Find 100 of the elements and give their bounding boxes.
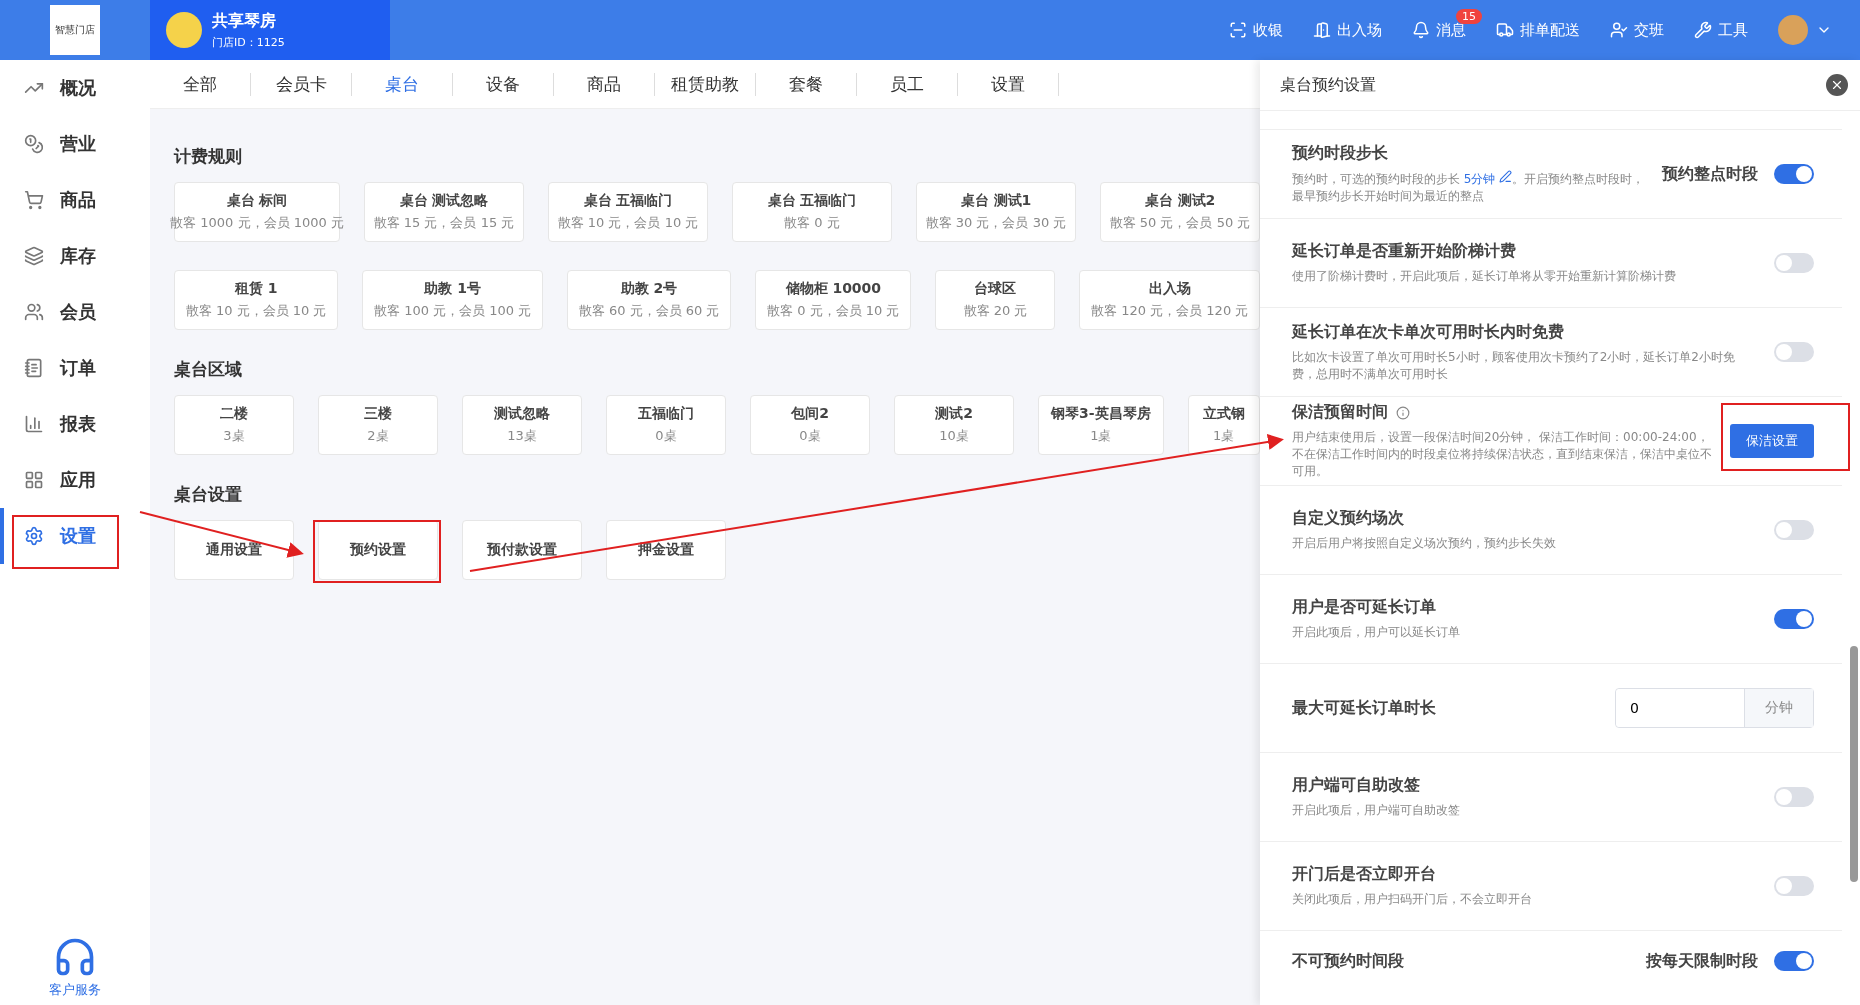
sidebar-item[interactable]: 营业 — [0, 116, 150, 172]
table-count: 13桌 — [507, 427, 537, 445]
rule-price: 散客 100 元，会员 100 元 — [374, 302, 532, 320]
setting-title: 开门后是否立即开台 — [1292, 864, 1436, 886]
tab[interactable]: 套餐 — [756, 72, 857, 96]
toggle-switch[interactable] — [1774, 342, 1814, 362]
tab[interactable]: 租赁助教 — [655, 72, 756, 96]
billing-rule-card[interactable]: 桌台 五福临门 散客 10 元，会员 10 元 — [548, 182, 708, 242]
tab[interactable]: 设置 — [958, 72, 1059, 96]
info-icon[interactable] — [1396, 405, 1410, 420]
sidebar-item[interactable]: 商品 — [0, 172, 150, 228]
setting-title: 延长订单是否重新开始阶梯计费 — [1292, 241, 1516, 263]
billing-rule-card[interactable]: 助教 2号 散客 60 元，会员 60 元 — [566, 270, 732, 330]
rule-name: 租赁 1 — [234, 280, 278, 298]
area-name: 三楼 — [364, 405, 392, 423]
settings-card[interactable]: 押金设置 — [606, 520, 726, 580]
area-card[interactable]: 立式钢 1桌 — [1187, 395, 1260, 455]
shop-id: 门店ID：1125 — [212, 34, 285, 50]
section-title: 桌台设置 — [174, 483, 243, 506]
scrollbar[interactable] — [1850, 646, 1858, 882]
header-action[interactable]: 排单配送 — [1496, 20, 1580, 40]
toggle-switch[interactable] — [1774, 787, 1814, 807]
settings-card[interactable]: 通用设置 — [174, 520, 294, 580]
rule-price: 散客 0 元，会员 10 元 — [767, 302, 900, 320]
rule-price: 散客 30 元，会员 30 元 — [925, 214, 1067, 232]
area-card[interactable]: 钢琴3-英昌琴房 1桌 — [1038, 395, 1164, 455]
billing-rule-card[interactable]: 租赁 1 散客 10 元，会员 10 元 — [174, 270, 339, 330]
tab[interactable]: 桌台 — [352, 72, 453, 96]
shop-logo — [166, 12, 202, 48]
toggle-switch[interactable] — [1774, 951, 1814, 971]
close-button[interactable] — [1826, 74, 1848, 96]
toggle-switch[interactable] — [1774, 609, 1814, 629]
users-icon — [24, 302, 44, 322]
billing-rule-card[interactable]: 储物柜 10000 散客 0 元，会员 10 元 — [755, 270, 912, 330]
tab[interactable]: 全部 — [150, 72, 251, 96]
settings-card[interactable]: 预约设置 — [318, 520, 438, 580]
area-card[interactable]: 五福临门 0桌 — [606, 395, 726, 455]
header-action[interactable]: 收银 — [1229, 20, 1283, 40]
rule-price: 散客 20 元 — [963, 302, 1028, 320]
billing-rule-card[interactable]: 桌台 测试忽略 散客 15 元，会员 15 元 — [364, 182, 524, 242]
support-link[interactable]: 客户服务 — [49, 981, 101, 999]
sidebar-item[interactable]: 订单 — [0, 340, 150, 396]
toggle-switch[interactable] — [1774, 520, 1814, 540]
tab[interactable]: 商品 — [554, 72, 655, 96]
setting-description: 开启后用户将按照自定义场次预约，预约步长失效 — [1292, 535, 1557, 552]
settings-label: 押金设置 — [638, 541, 694, 559]
table-count: 1桌 — [1212, 427, 1235, 445]
toggle-switch[interactable] — [1774, 876, 1814, 896]
billing-rule-card[interactable]: 台球区 散客 20 元 — [935, 270, 1056, 330]
sidebar-item[interactable]: 库存 — [0, 228, 150, 284]
wrench-icon — [1694, 21, 1712, 39]
area-name: 测试忽略 — [494, 405, 550, 423]
setting-title: 自定义预约场次 — [1292, 508, 1404, 530]
billing-rule-card[interactable]: 助教 1号 散客 100 元，会员 100 元 — [362, 270, 543, 330]
rule-price: 散客 50 元，会员 50 元 — [1109, 214, 1251, 232]
sidebar-item[interactable]: 设置 — [0, 508, 150, 564]
area-card[interactable]: 包间2 0桌 — [750, 395, 870, 455]
billing-rule-card[interactable]: 出入场 散客 120 元，会员 120 元 — [1079, 270, 1260, 330]
step-link[interactable]: 5分钟 — [1463, 172, 1496, 187]
settings-label: 通用设置 — [206, 541, 262, 559]
settings-card[interactable]: 预付款设置 — [462, 520, 582, 580]
area-card[interactable]: 测试2 10桌 — [894, 395, 1014, 455]
header-action[interactable]: 交班 — [1610, 20, 1664, 40]
edit-icon[interactable] — [1499, 170, 1513, 184]
setting-description: 关闭此项后，用户扫码开门后，不会立即开台 — [1292, 891, 1533, 908]
settings-label: 预付款设置 — [487, 541, 557, 559]
billing-rule-card[interactable]: 桌台 五福临门 散客 0 元 — [732, 182, 892, 242]
header-action[interactable]: 出入场 — [1313, 20, 1382, 40]
setting-description: 开启此项后，用户端可自助改签 — [1292, 802, 1461, 819]
duration-field[interactable]: 0 分钟 — [1615, 688, 1814, 728]
rule-name: 桌台 五福临门 — [583, 192, 673, 210]
toggle-switch[interactable] — [1774, 164, 1814, 184]
area-card[interactable]: 三楼 2桌 — [318, 395, 438, 455]
tab[interactable]: 会员卡 — [251, 72, 352, 96]
area-name: 五福临门 — [638, 405, 694, 423]
rule-price: 散客 120 元，会员 120 元 — [1091, 302, 1249, 320]
tab[interactable]: 员工 — [857, 72, 958, 96]
grid-icon — [24, 470, 44, 490]
area-card[interactable]: 测试忽略 13桌 — [462, 395, 582, 455]
billing-rule-card[interactable]: 桌台 测试2 散客 50 元，会员 50 元 — [1100, 182, 1260, 242]
setting-description: 预约时，可选的预约时段的步长 5分钟 。开启预约整点时段时，最早预约步长开始时间为最近的整点 — [1292, 170, 1646, 205]
area-name: 立式钢 — [1202, 405, 1245, 423]
table-count: 1桌 — [1090, 427, 1112, 445]
rule-price: 散客 60 元，会员 60 元 — [578, 302, 720, 320]
sidebar-item[interactable]: 应用 — [0, 452, 150, 508]
sidebar-item[interactable]: 概况 — [0, 60, 150, 116]
sidebar-item[interactable]: 报表 — [0, 396, 150, 452]
sidebar-item[interactable]: 会员 — [0, 284, 150, 340]
avatar[interactable] — [1778, 15, 1808, 45]
rule-name: 桌台 五福临门 — [767, 192, 857, 210]
rule-name: 桌台 测试忽略 — [399, 192, 489, 210]
billing-rule-card[interactable]: 桌台 测试1 散客 30 元，会员 30 元 — [916, 182, 1076, 242]
area-card[interactable]: 二楼 3桌 — [174, 395, 294, 455]
header-action[interactable]: 工具 — [1694, 20, 1748, 40]
toggle-switch[interactable] — [1774, 253, 1814, 273]
cleaning-settings-button[interactable]: 保洁设置 — [1730, 424, 1814, 458]
tab[interactable]: 设备 — [453, 72, 554, 96]
rule-name: 桌台 标间 — [226, 192, 288, 210]
setting-title: 不可预约时间段 — [1292, 951, 1404, 972]
cart-icon — [24, 190, 44, 210]
